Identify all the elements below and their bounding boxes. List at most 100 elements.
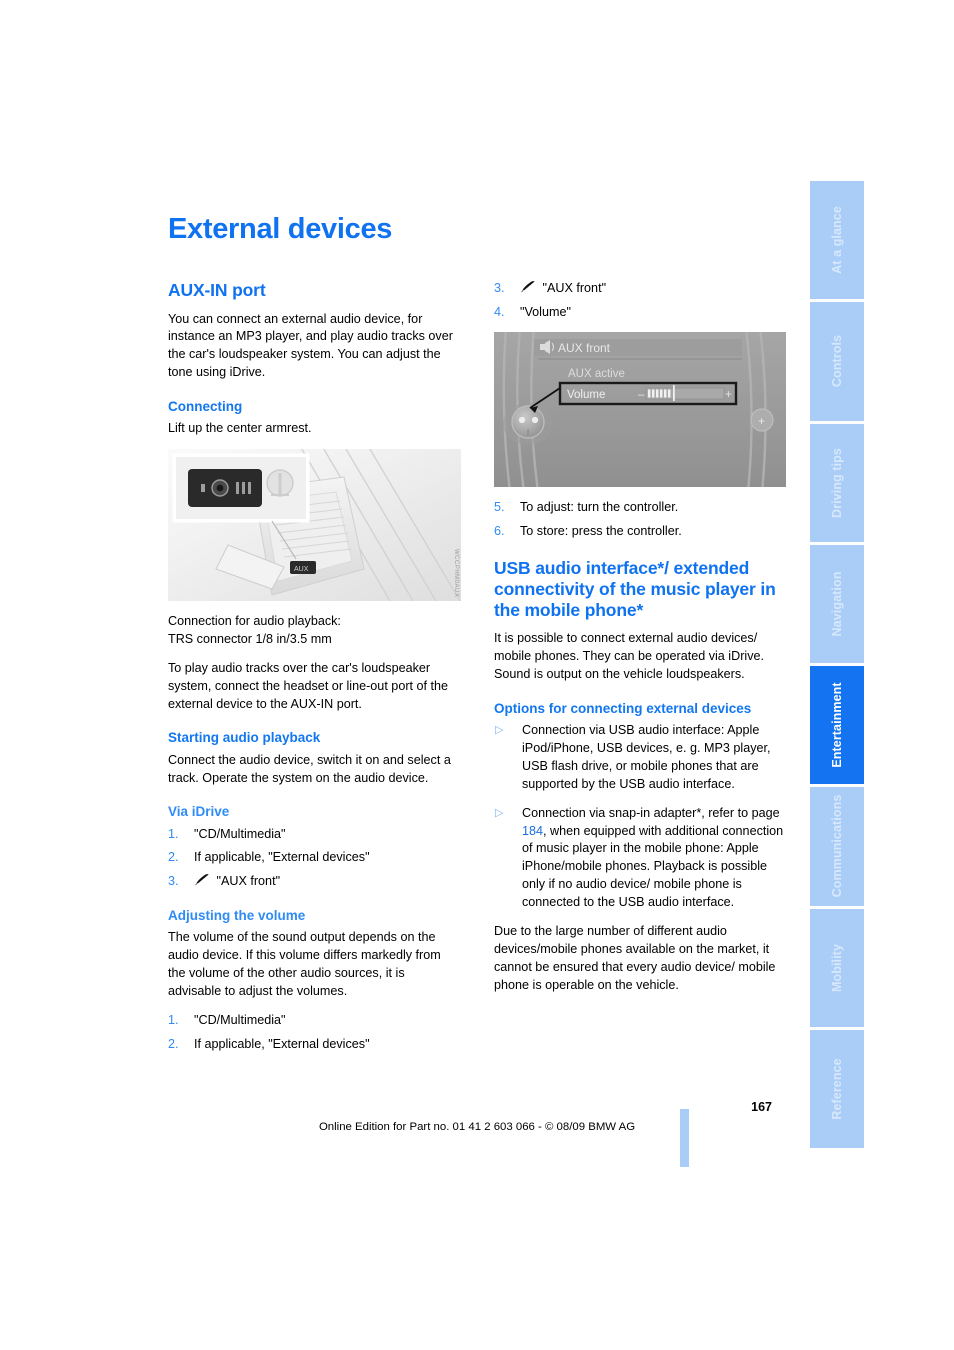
- bullet-text-before: Connection via snap-in adapter*, refer t…: [522, 805, 780, 820]
- step-text: If applicable, "External devices": [194, 1036, 370, 1051]
- tab-label: Navigation: [830, 571, 844, 637]
- step-number: 2.: [168, 850, 179, 865]
- tab-label: Controls: [830, 335, 844, 388]
- svg-text:Volume: Volume: [567, 389, 605, 401]
- usb-intro-paragraph: It is possible to connect external audio…: [494, 631, 764, 682]
- console-photo: AUX: [168, 449, 461, 602]
- subheading-options-for-connecting: Options for connecting external devices: [494, 700, 752, 716]
- svg-text:AUX front: AUX front: [558, 341, 611, 355]
- sidebar-tab-communications[interactable]: Communications: [810, 787, 864, 906]
- volume-paragraph: The volume of the sound output depends o…: [168, 930, 441, 999]
- tab-label: Entertainment: [830, 682, 844, 768]
- sidebar-tab-driving-tips[interactable]: Driving tips: [810, 423, 864, 542]
- list-item: 3. "AUX front": [494, 280, 786, 298]
- sidebar-tab-mobility[interactable]: Mobility: [810, 908, 864, 1027]
- page-content: External devices AUX-IN port You can con…: [168, 213, 786, 1064]
- idrive-illustration: AUX front AUX active Volume – + +: [494, 331, 786, 487]
- step-number: 6.: [494, 523, 505, 538]
- step-text: "AUX front": [542, 280, 607, 295]
- svg-text:AUX active: AUX active: [568, 368, 625, 380]
- sidebar-tab-at-a-glance[interactable]: At a glance: [810, 181, 864, 300]
- step-number: 3.: [168, 874, 179, 889]
- sidebar-tab-entertainment[interactable]: Entertainment: [810, 666, 864, 785]
- step-number: 3.: [494, 280, 505, 295]
- list-item: ▷ Connection via USB audio interface: Ap…: [494, 722, 786, 794]
- tab-label: Driving tips: [830, 447, 844, 518]
- two-column-layout: AUX-IN port You can connect an external …: [168, 280, 786, 1064]
- sidebar-tab-controls[interactable]: Controls: [810, 302, 864, 421]
- subheading-starting-audio-playback: Starting audio playback: [168, 730, 321, 746]
- svg-text:AUX: AUX: [294, 566, 309, 573]
- step-number: 1.: [168, 826, 179, 841]
- sidebar-tab-navigation[interactable]: Navigation: [810, 544, 864, 663]
- step-number: 4.: [494, 304, 505, 319]
- caption-line-1: Connection for audio playback:: [168, 614, 341, 629]
- idrive-screenshot: AUX front AUX active Volume – + +: [494, 331, 786, 487]
- list-item: 3. "AUX front": [168, 873, 461, 891]
- list-item: 1. "CD/Multimedia": [168, 826, 461, 844]
- section-heading-aux-in-port: AUX-IN port: [168, 279, 266, 300]
- controller-step-list: 5. To adjust: turn the controller. 6. To…: [494, 499, 786, 541]
- svg-text:+: +: [758, 414, 765, 428]
- svg-text:–: –: [638, 389, 645, 401]
- page-reference-link[interactable]: 184: [522, 824, 543, 838]
- tab-label: Reference: [830, 1058, 844, 1120]
- tab-label: At a glance: [830, 206, 844, 275]
- figure-idrive-display: AUX front AUX active Volume – + +: [494, 331, 786, 487]
- step-text: "CD/Multimedia": [194, 826, 286, 841]
- bullet-text-after: , when equipped with additional connecti…: [522, 823, 784, 910]
- footer-accent-bar: [680, 1109, 689, 1167]
- page-title: External devices: [168, 213, 393, 245]
- subheading-connecting: Connecting: [168, 399, 243, 415]
- pen-icon: [194, 874, 210, 886]
- step-text: If applicable, "External devices": [194, 850, 370, 865]
- step-text: "AUX front": [216, 874, 281, 889]
- section-heading-usb-audio-interface: USB audio interface*/ extended connectiv…: [494, 558, 776, 620]
- closing-paragraph: Due to the large number of different aud…: [494, 923, 776, 992]
- bullet-text: Connection via USB audio interface: Appl…: [522, 723, 771, 791]
- list-item: ▷ Connection via snap-in adapter*, refer…: [494, 805, 786, 912]
- step-text: "Volume": [520, 304, 571, 319]
- page-number: 167: [751, 1100, 772, 1114]
- subheading-via-idrive: Via iDrive: [168, 804, 230, 820]
- list-item: 6. To store: press the controller.: [494, 523, 786, 541]
- pen-icon: [520, 280, 536, 293]
- triangle-bullet-icon: ▷: [495, 724, 504, 737]
- step-number: 1.: [168, 1012, 179, 1027]
- list-item: 4. "Volume": [494, 304, 786, 322]
- figure-code: WCCPHM0AUX: [453, 548, 459, 598]
- tab-label: Communications: [830, 794, 844, 898]
- subheading-adjusting-the-volume: Adjusting the volume: [168, 908, 306, 924]
- right-column: 3. "AUX front" 4. "Volume" AUX front AUX…: [494, 280, 786, 1064]
- manual-page: At a glance Controls Driving tips Naviga…: [0, 0, 954, 1350]
- step-text: "CD/Multimedia": [194, 1012, 286, 1027]
- caption-paragraph: To play audio tracks over the car's loud…: [168, 660, 449, 711]
- list-item: 1. "CD/Multimedia": [168, 1012, 461, 1030]
- pen-glyph: [521, 280, 535, 293]
- tab-label: Mobility: [830, 943, 844, 992]
- volume-step-list: 1. "CD/Multimedia" 2. If applicable, "Ex…: [168, 1012, 461, 1054]
- triangle-bullet-icon: ▷: [495, 806, 504, 819]
- starting-paragraph: Connect the audio device, switch it on a…: [168, 752, 451, 785]
- chapter-tab-strip: At a glance Controls Driving tips Naviga…: [810, 181, 864, 1148]
- list-item: 2. If applicable, "External devices": [168, 1036, 461, 1054]
- step-text: To store: press the controller.: [520, 523, 682, 538]
- page-footer: 167 Online Edition for Part no. 01 41 2 …: [168, 1100, 786, 1133]
- list-item: 5. To adjust: turn the controller.: [494, 499, 786, 517]
- step-number: 2.: [168, 1036, 179, 1051]
- left-column: AUX-IN port You can connect an external …: [168, 280, 461, 1064]
- volume-step-list-continued: 3. "AUX front" 4. "Volume": [494, 280, 786, 322]
- pen-glyph: [195, 874, 209, 886]
- aux-intro-paragraph: You can connect an external audio device…: [168, 311, 453, 380]
- sidebar-tab-reference[interactable]: Reference: [810, 1029, 864, 1148]
- connecting-paragraph: Lift up the center armrest.: [168, 421, 312, 436]
- step-text: To adjust: turn the controller.: [520, 499, 679, 514]
- footer-imprint: Online Edition for Part no. 01 41 2 603 …: [318, 1121, 636, 1133]
- caption-line-2: TRS connector 1/8 in/3.5 mm: [168, 631, 332, 646]
- svg-text:+: +: [725, 389, 732, 401]
- step-number: 5.: [494, 499, 505, 514]
- console-illustration: AUX: [168, 449, 461, 602]
- list-item: 2. If applicable, "External devices": [168, 849, 461, 867]
- figure-center-console: AUX WCCPHM0AUX: [168, 449, 461, 602]
- via-idrive-step-list: 1. "CD/Multimedia" 2. If applicable, "Ex…: [168, 826, 461, 892]
